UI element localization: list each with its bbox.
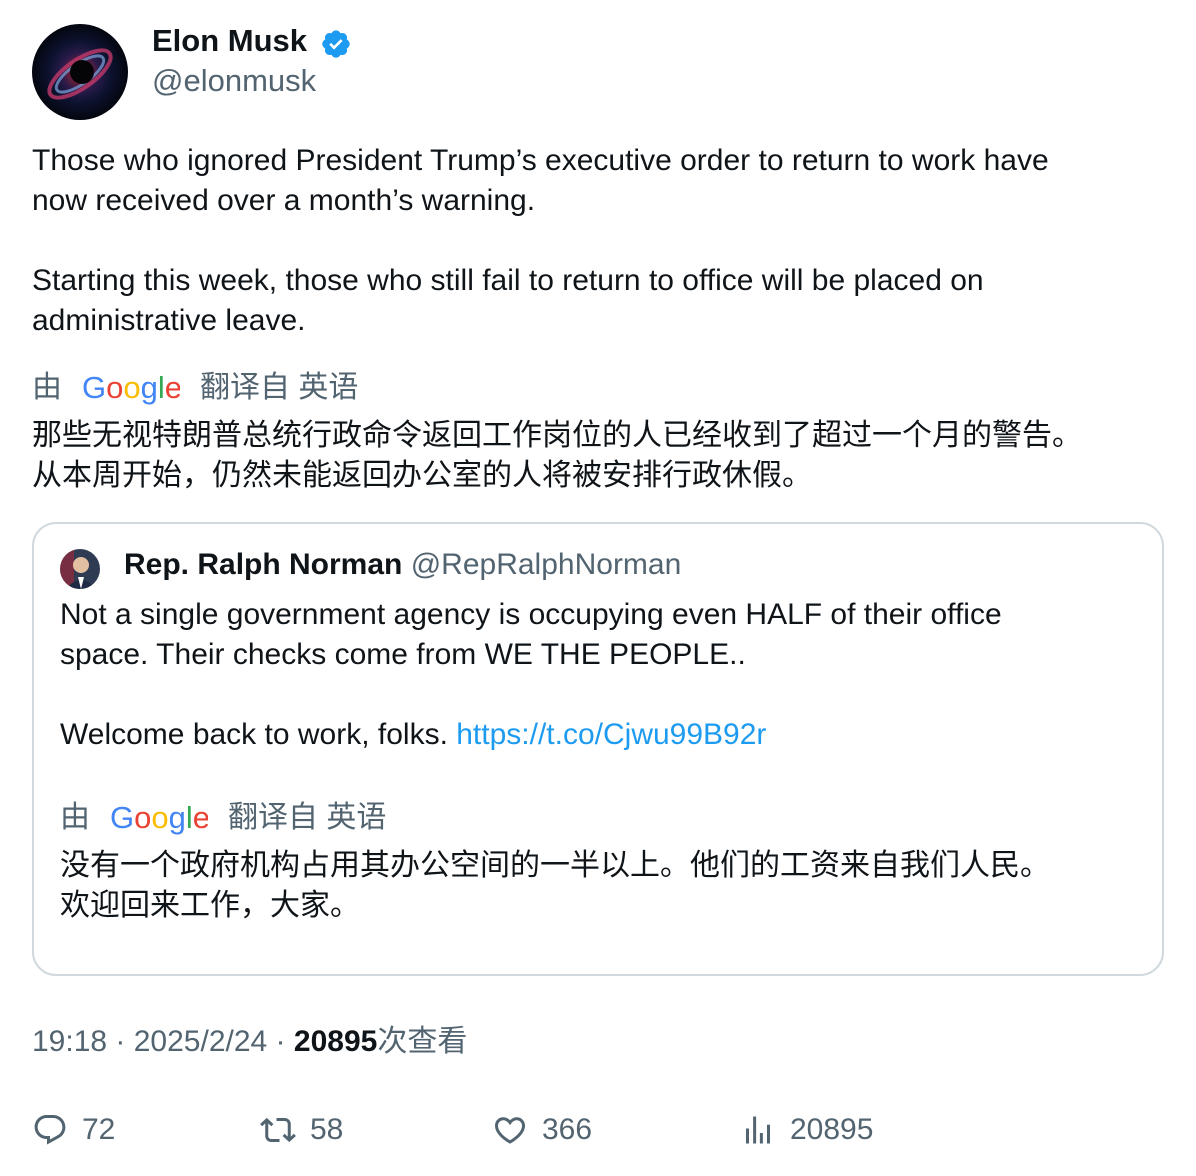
- quoted-author-display-name[interactable]: Rep. Ralph Norman: [124, 548, 402, 581]
- quoted-google-logo-icon: Google: [110, 798, 208, 838]
- quoted-author-handle[interactable]: @RepRalphNorman: [411, 548, 682, 581]
- analytics-icon: [746, 1116, 770, 1144]
- quoted-tweet-text: Not a single government agency is occupy…: [60, 595, 1140, 755]
- author-handle[interactable]: @elonmusk: [152, 62, 316, 100]
- retweet-button[interactable]: 58: [260, 1108, 343, 1152]
- heart-icon: [494, 1117, 526, 1144]
- translation-attribution[interactable]: 由 Google 翻译自 英语: [32, 368, 358, 408]
- verified-badge-icon: [322, 30, 350, 58]
- meta-separator: ·: [267, 1025, 294, 1058]
- tweet-date[interactable]: 2025/2/24: [134, 1025, 267, 1058]
- translate-from-label: 翻译自 英语: [200, 371, 359, 404]
- quoted-tweet-card[interactable]: Rep. Ralph Norman @RepRalphNorman Not a …: [32, 522, 1164, 976]
- retweet-count: 58: [310, 1113, 344, 1146]
- quoted-tweet-link[interactable]: https://t.co/Cjwu99B92r: [456, 718, 766, 751]
- quoted-translate-by-label: 由: [60, 801, 90, 834]
- tweet-time[interactable]: 19:18: [32, 1025, 107, 1058]
- like-button[interactable]: 366: [492, 1108, 592, 1152]
- quoted-translation-attribution[interactable]: 由 Google 翻译自 英语: [60, 798, 386, 838]
- like-count: 366: [542, 1113, 593, 1146]
- reply-icon: [34, 1115, 66, 1145]
- author-display-name[interactable]: Elon Musk: [152, 22, 307, 60]
- quoted-tweet-translation: 没有一个政府机构占用其办公空间的一半以上。他们的工资来自我们人民。 欢迎回来工作…: [60, 849, 1050, 922]
- tweet-text: Those who ignored President Trump’s exec…: [32, 144, 1049, 337]
- quoted-translate-from-label: 翻译自 英语: [228, 801, 387, 834]
- action-bar: 72 58 366 20895: [32, 1108, 1162, 1152]
- svg-text:Google: Google: [82, 371, 180, 405]
- tweet-meta: 19:18 · 2025/2/24 · 20895次查看: [32, 1022, 467, 1062]
- retweet-icon: [260, 1117, 296, 1143]
- author-avatar[interactable]: [32, 24, 128, 120]
- quoted-author-avatar[interactable]: [60, 549, 100, 589]
- reply-count: 72: [82, 1113, 116, 1146]
- tweet-translation: 那些无视特朗普总统行政命令返回工作岗位的人已经收到了超过一个月的警告。 从本周开…: [32, 419, 1082, 492]
- meta-separator: ·: [107, 1025, 134, 1058]
- views-action-count: 20895: [790, 1113, 874, 1146]
- views-count: 20895: [293, 1025, 378, 1058]
- svg-text:Google: Google: [110, 801, 208, 835]
- views-button[interactable]: 20895: [740, 1108, 873, 1152]
- quoted-author-line[interactable]: Rep. Ralph Norman @RepRalphNorman: [124, 546, 681, 584]
- google-logo-icon: Google: [82, 368, 180, 408]
- reply-button[interactable]: 72: [32, 1108, 115, 1152]
- translate-by-label: 由: [32, 371, 62, 404]
- views-label: 次查看: [377, 1025, 468, 1058]
